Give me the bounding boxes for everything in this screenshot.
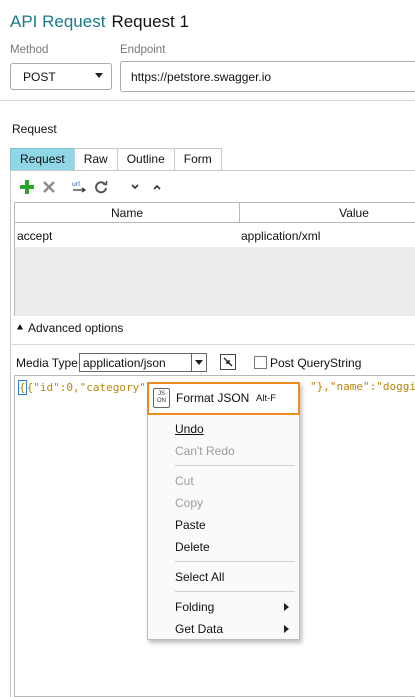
menu-separator	[175, 561, 295, 562]
tab-form[interactable]: Form	[173, 148, 222, 170]
tab-raw[interactable]: Raw	[73, 148, 118, 170]
tab-outline[interactable]: Outline	[116, 148, 175, 170]
header-value-cell[interactable]: application/xml	[241, 229, 320, 243]
post-querystring-label: Post QueryString	[270, 356, 362, 370]
menu-item-copy: Copy	[175, 496, 204, 510]
editor-text-left: {{"id":0,"category"	[18, 380, 146, 395]
divider	[0, 100, 415, 101]
request-tabs: Request Raw Outline Form	[10, 148, 222, 170]
window-title: API Request Request 1	[10, 12, 189, 32]
add-icon[interactable]	[18, 178, 36, 196]
cursor-brace: {	[18, 380, 27, 395]
menu-separator	[175, 465, 295, 466]
menu-item-format-json[interactable]: JS ON Format JSON Alt-F	[147, 382, 300, 415]
request-name: Request 1	[111, 12, 189, 31]
tab-request[interactable]: Request	[10, 148, 75, 170]
post-querystring-checkbox[interactable]	[254, 356, 267, 369]
chevron-up-icon: ⯅	[16, 322, 24, 334]
menu-item-select-all[interactable]: Select All	[148, 566, 299, 588]
editor-text-right: "},"name":"doggi	[310, 380, 415, 393]
svg-text:url: url	[72, 181, 80, 188]
menu-item-cut: Cut	[175, 474, 194, 488]
chevron-down-icon	[95, 73, 103, 78]
app-brand: API Request	[10, 12, 106, 31]
headers-grid: Name Value accept application/xml	[14, 202, 415, 316]
endpoint-label: Endpoint	[120, 44, 166, 56]
json-icon: JS ON	[153, 388, 170, 408]
grid-empty-area	[15, 247, 415, 316]
media-type-select[interactable]: application/json	[79, 353, 207, 372]
method-label: Method	[10, 44, 49, 56]
menu-item-get-data[interactable]: Get Data	[148, 618, 299, 640]
encode-icon[interactable]: url	[70, 178, 88, 196]
menu-item-folding[interactable]: Folding	[148, 596, 299, 618]
media-type-label: Media Type	[16, 356, 78, 370]
request-section-label: Request	[12, 122, 57, 136]
menu-item-delete[interactable]: Delete	[148, 536, 299, 558]
endpoint-input[interactable]: https://petstore.swagger.io	[120, 61, 415, 92]
divider	[10, 344, 415, 345]
advanced-options-toggle[interactable]: ⯅ Advanced options	[16, 321, 123, 335]
delete-icon[interactable]	[40, 178, 58, 196]
method-dropdown[interactable]: POST	[10, 63, 112, 90]
shortcut-label: Alt-F	[256, 393, 277, 404]
grid-header: Name Value	[15, 203, 415, 223]
submenu-arrow-icon	[284, 625, 289, 633]
generate-icon[interactable]	[220, 354, 236, 370]
endpoint-value: https://petstore.swagger.io	[131, 70, 272, 84]
menu-item-paste[interactable]: Paste	[148, 514, 299, 536]
header-name-cell[interactable]: accept	[17, 229, 52, 243]
media-type-value: application/json	[83, 356, 166, 370]
headers-toolbar: url	[18, 178, 170, 196]
method-value: POST	[23, 70, 56, 84]
menu-separator	[175, 591, 295, 592]
refresh-icon[interactable]	[92, 178, 110, 196]
menu-item-undo[interactable]: Undo	[148, 418, 299, 440]
menu-item-redo: Can't Redo	[175, 444, 235, 458]
table-row[interactable]: accept application/xml	[15, 224, 415, 246]
column-header-name[interactable]: Name	[15, 206, 239, 220]
chevron-down-icon[interactable]	[126, 178, 144, 196]
column-header-value[interactable]: Value	[239, 206, 415, 220]
submenu-arrow-icon	[284, 603, 289, 611]
context-menu: JS ON Format JSON Alt-F Undo Can't Redo C…	[147, 382, 300, 640]
chevron-up-icon[interactable]	[148, 178, 166, 196]
chevron-down-icon[interactable]	[191, 354, 206, 371]
advanced-options-label: Advanced options	[28, 321, 124, 335]
